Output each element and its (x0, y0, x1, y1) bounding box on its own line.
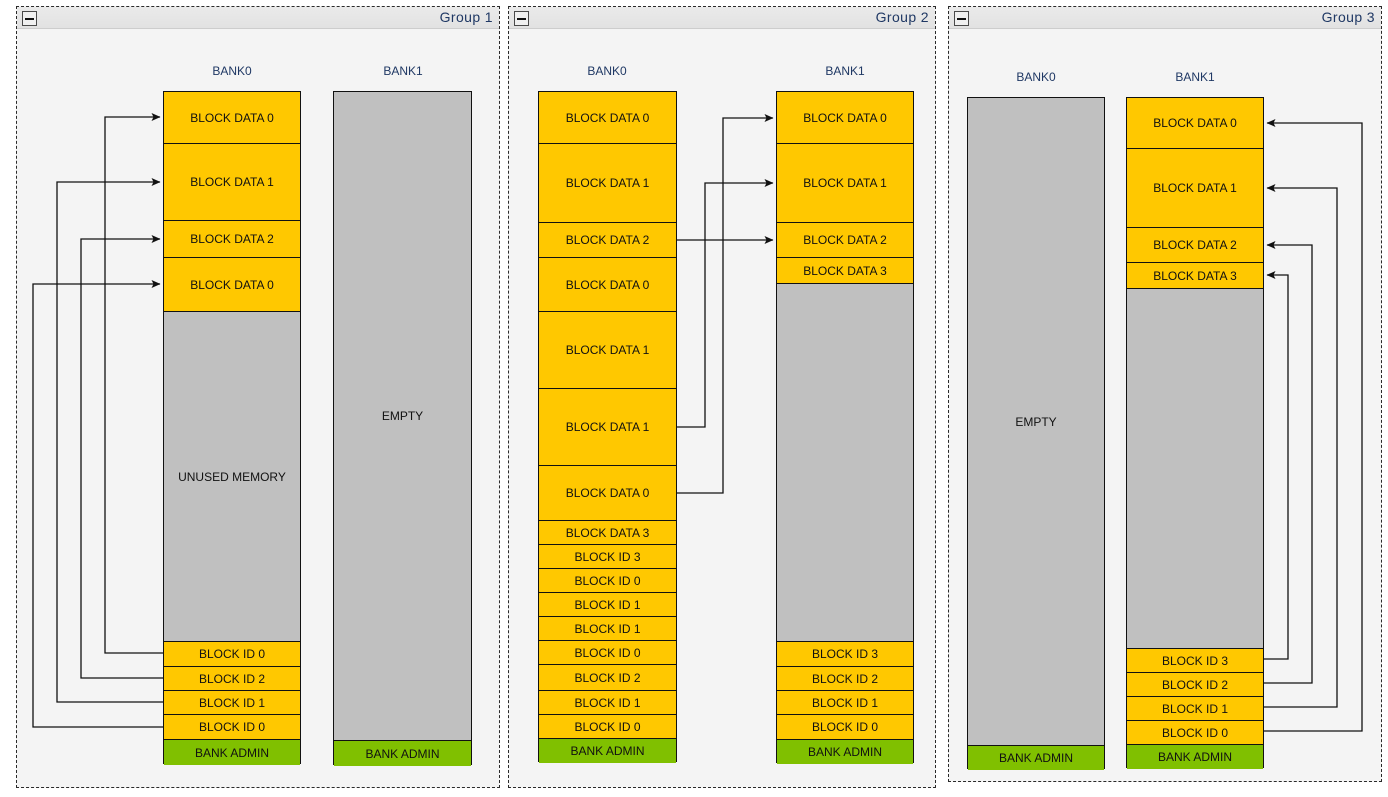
group-header-2 (509, 7, 935, 29)
memory-cell: BLOCK DATA 1 (1127, 149, 1263, 228)
diagram-canvas: Group 1 BANK0 BLOCK DATA 0 BLOCK DATA 1 … (0, 0, 1388, 797)
memory-cell: BANK ADMIN (164, 740, 300, 765)
memory-cell: BANK ADMIN (539, 739, 676, 763)
bank-label-g1-bank0: BANK0 (212, 64, 252, 78)
memory-cell: BLOCK DATA 3 (777, 258, 913, 284)
group-header-1 (17, 7, 499, 29)
memory-cell: BLOCK ID 1 (539, 593, 676, 617)
memory-cell: BLOCK DATA 0 (164, 92, 300, 144)
memory-cell: BLOCK ID 3 (777, 642, 913, 667)
collapse-icon-group-1[interactable] (22, 11, 37, 26)
memory-cell: BLOCK DATA 2 (164, 221, 300, 258)
memory-cell: BLOCK DATA 0 (539, 258, 676, 312)
memory-cell: BLOCK ID 2 (777, 667, 913, 691)
memory-cell: BLOCK DATA 0 (1127, 98, 1263, 149)
bank-column-g2-bank0: BLOCK DATA 0 BLOCK DATA 1 BLOCK DATA 2 B… (538, 91, 677, 763)
memory-cell (777, 284, 913, 642)
memory-cell: BLOCK DATA 1 (164, 144, 300, 221)
memory-cell: BLOCK DATA 0 (164, 258, 300, 312)
memory-cell: BLOCK ID 3 (1127, 649, 1263, 673)
memory-cell: BLOCK ID 0 (1127, 721, 1263, 745)
memory-cell (1127, 289, 1263, 649)
memory-cell: UNUSED MEMORY (164, 312, 300, 642)
collapse-icon-group-2[interactable] (514, 11, 529, 26)
memory-cell: BLOCK DATA 1 (539, 312, 676, 389)
memory-cell: BLOCK DATA 1 (539, 144, 676, 223)
memory-cell: EMPTY (334, 92, 471, 741)
memory-cell: BLOCK ID 0 (539, 715, 676, 739)
memory-cell: BANK ADMIN (1127, 745, 1263, 769)
memory-cell: BLOCK DATA 0 (777, 92, 913, 144)
memory-cell: EMPTY (968, 98, 1104, 746)
memory-cell: BLOCK DATA 0 (539, 466, 676, 521)
memory-cell: BLOCK ID 1 (1127, 697, 1263, 721)
group-title-1: Group 1 (439, 9, 493, 25)
group-title-3: Group 3 (1321, 9, 1375, 25)
group-title-2: Group 2 (875, 9, 929, 25)
memory-cell: BLOCK ID 1 (539, 691, 676, 715)
bank-label-g1-bank1: BANK1 (383, 64, 423, 78)
memory-cell: BANK ADMIN (968, 746, 1104, 770)
bank-column-g3-bank1: BLOCK DATA 0 BLOCK DATA 1 BLOCK DATA 2 B… (1126, 97, 1264, 769)
memory-cell: BLOCK ID 2 (539, 665, 676, 691)
bank-label-g3-bank1: BANK1 (1175, 70, 1215, 84)
memory-cell: BLOCK ID 0 (539, 569, 676, 593)
group-header-3 (949, 7, 1381, 29)
memory-cell: BLOCK DATA 0 (539, 92, 676, 144)
collapse-icon-group-3[interactable] (954, 11, 969, 26)
bank-label-g2-bank0: BANK0 (587, 64, 627, 78)
memory-cell: BLOCK ID 0 (539, 641, 676, 665)
memory-cell: BLOCK DATA 2 (1127, 228, 1263, 263)
bank-label-g2-bank1: BANK1 (825, 64, 865, 78)
memory-cell: BLOCK DATA 1 (777, 144, 913, 223)
bank-column-g1-bank0: BLOCK DATA 0 BLOCK DATA 1 BLOCK DATA 2 B… (163, 91, 301, 765)
bank-column-g2-bank1: BLOCK DATA 0 BLOCK DATA 1 BLOCK DATA 2 B… (776, 91, 914, 764)
memory-cell: BLOCK DATA 2 (539, 223, 676, 258)
memory-cell: BLOCK ID 2 (164, 667, 300, 691)
memory-cell: BLOCK DATA 3 (539, 521, 676, 545)
memory-cell: BLOCK ID 1 (777, 691, 913, 715)
memory-cell: BLOCK ID 2 (1127, 673, 1263, 697)
bank-column-g1-bank1: EMPTY BANK ADMIN (333, 91, 472, 766)
memory-cell: BLOCK ID 0 (164, 642, 300, 667)
memory-cell: BLOCK ID 0 (164, 715, 300, 740)
memory-cell: BANK ADMIN (334, 741, 471, 766)
memory-cell: BLOCK ID 1 (539, 617, 676, 641)
memory-cell: BLOCK ID 3 (539, 545, 676, 569)
memory-cell: BLOCK DATA 1 (539, 389, 676, 466)
memory-cell: BANK ADMIN (777, 740, 913, 764)
memory-cell: BLOCK ID 1 (164, 691, 300, 715)
bank-label-g3-bank0: BANK0 (1016, 70, 1056, 84)
memory-cell: BLOCK DATA 2 (777, 223, 913, 258)
memory-cell: BLOCK ID 0 (777, 715, 913, 740)
memory-cell: BLOCK DATA 3 (1127, 263, 1263, 289)
bank-column-g3-bank0: EMPTY BANK ADMIN (967, 97, 1105, 770)
